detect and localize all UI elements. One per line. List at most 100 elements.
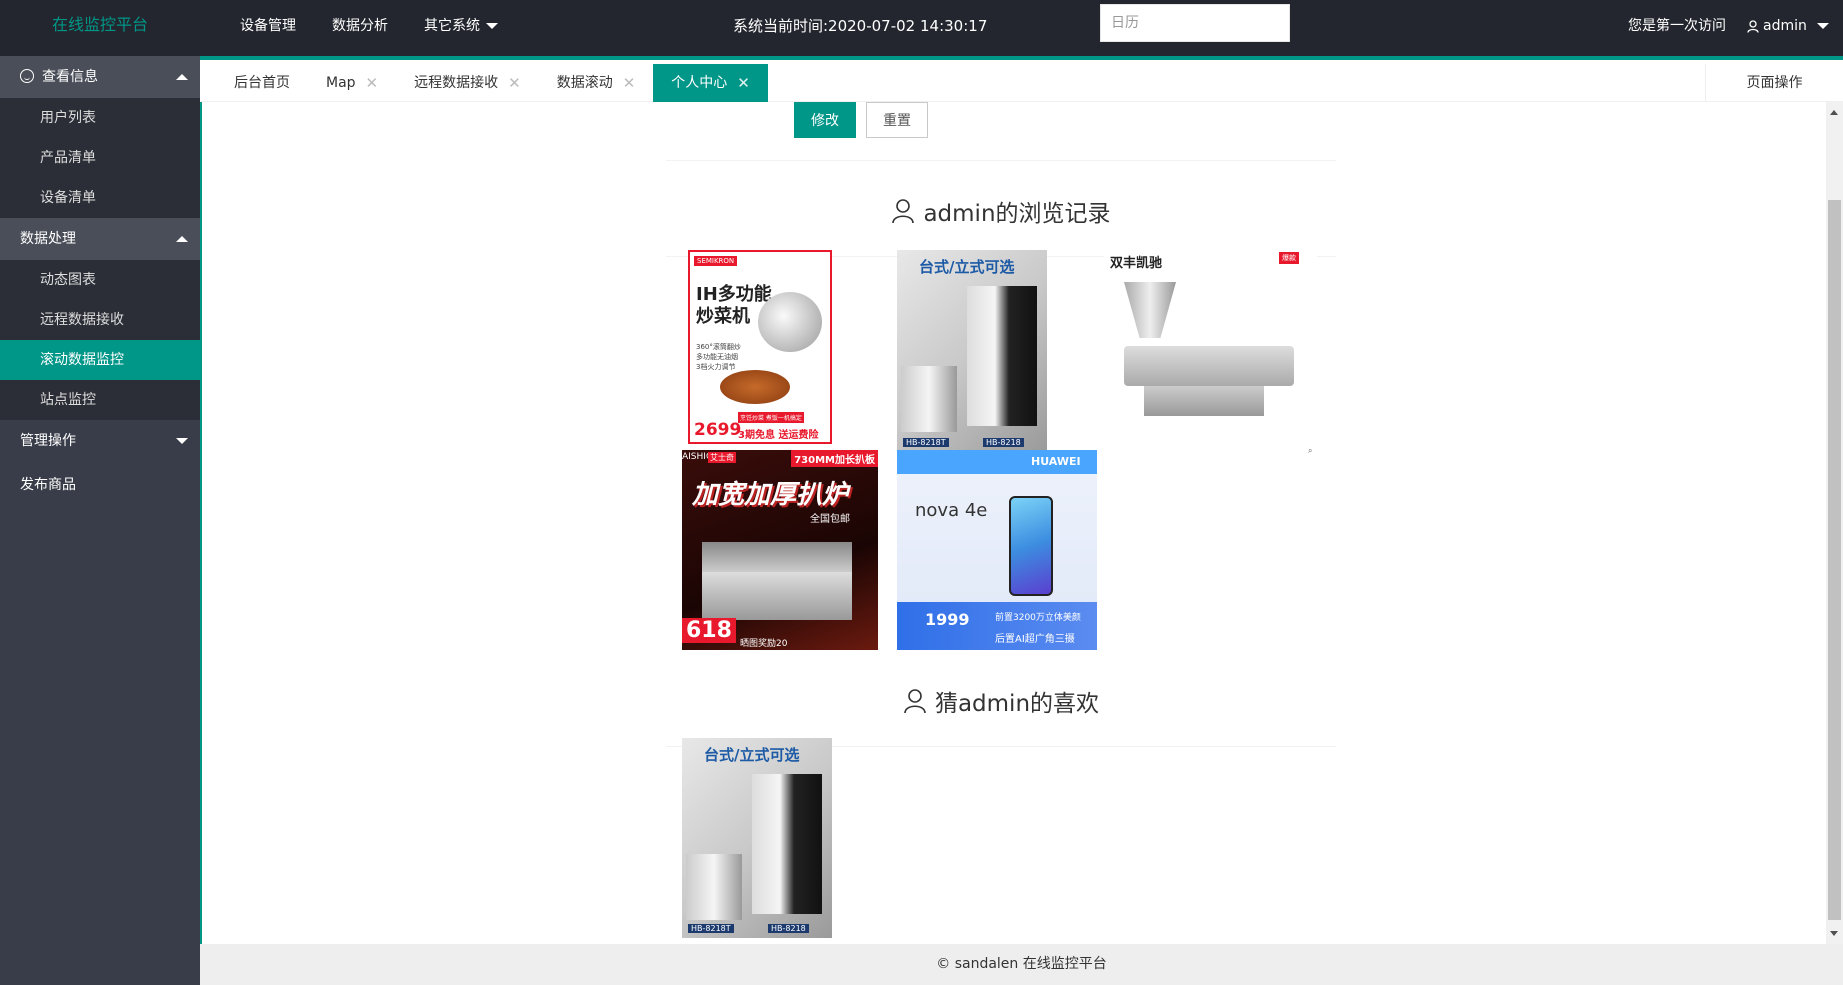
sidebar-item-product-list[interactable]: 产品清单 bbox=[0, 138, 200, 178]
scroll-up-icon[interactable] bbox=[1830, 110, 1838, 115]
sidebar-item-remote-data[interactable]: 远程数据接收 bbox=[0, 300, 200, 340]
product-price: 618 bbox=[682, 618, 736, 643]
sidebar-sublist: 动态图表 远程数据接收 滚动数据监控 站点监控 bbox=[0, 260, 200, 420]
guess-item-ice-cream-machine[interactable]: 台式/立式可选 HB-8218T HB-8218 bbox=[682, 738, 832, 938]
product-note: 晒图奖励20 bbox=[740, 639, 788, 649]
top-header: 在线监控平台 设备管理 数据分析 其它系统 系统当前时间:2020-07-02 … bbox=[0, 0, 1843, 56]
brand-logo: 艾士奇 bbox=[708, 452, 736, 463]
sidebar-group-view-info[interactable]: 查看信息 bbox=[0, 56, 200, 98]
product-price: 1999 bbox=[925, 610, 970, 629]
scrollbar-thumb[interactable] bbox=[1828, 200, 1841, 920]
sidebar: 查看信息 用户列表 产品清单 设备清单 数据处理 动态图表 远程数据接收 滚动数… bbox=[0, 56, 200, 985]
tab-label: 后台首页 bbox=[234, 75, 290, 91]
modify-button[interactable]: 修改 bbox=[794, 102, 856, 138]
chevron-down-icon bbox=[486, 23, 498, 29]
user-menu[interactable]: admin bbox=[1747, 0, 1829, 52]
history-item-cooking-machine[interactable]: SEMIKRON IH多功能 炒菜机 360°滚筒翻炒 多功能无油烟 3档火力调… bbox=[688, 250, 832, 444]
product-image bbox=[752, 774, 822, 914]
chevron-up-icon bbox=[176, 74, 188, 80]
product-model: nova 4e bbox=[915, 500, 988, 521]
food-image bbox=[720, 370, 790, 404]
history-item-ice-cream-machine[interactable]: 台式/立式可选 HB-8218T HB-8218 bbox=[897, 250, 1047, 452]
close-icon[interactable]: ✕ bbox=[366, 64, 379, 102]
sidebar-group-label: 查看信息 bbox=[42, 69, 98, 85]
phone-image bbox=[1009, 496, 1053, 596]
history-title-text: admin的浏览记录 bbox=[923, 201, 1111, 227]
user-icon bbox=[1747, 19, 1759, 33]
tab-label: 数据滚动 bbox=[556, 75, 613, 91]
tab-map[interactable]: Map ✕ bbox=[308, 64, 396, 102]
calendar-input[interactable] bbox=[1100, 4, 1290, 42]
app-logo[interactable]: 在线监控平台 bbox=[0, 0, 200, 56]
page-operations-button[interactable]: 页面操作 bbox=[1705, 64, 1843, 102]
brand-logo: HUAWEI bbox=[1031, 455, 1081, 468]
top-nav: 设备管理 数据分析 其它系统 bbox=[222, 0, 516, 56]
sidebar-group-management[interactable]: 管理操作 bbox=[0, 420, 200, 462]
divider bbox=[666, 160, 1336, 161]
tab-home[interactable]: 后台首页 bbox=[216, 64, 308, 102]
sidebar-item-user-list[interactable]: 用户列表 bbox=[0, 98, 200, 138]
history-item-filling-machine[interactable]: 双丰凯驰 爆款 ⌕ bbox=[1104, 250, 1317, 460]
product-caption: 双丰凯驰 bbox=[1110, 256, 1163, 271]
product-title: 炒菜机 bbox=[696, 306, 750, 327]
close-icon[interactable]: ✕ bbox=[508, 64, 521, 102]
nav-other-systems[interactable]: 其它系统 bbox=[406, 0, 516, 56]
zoom-icon: ⌕ bbox=[1308, 446, 1313, 455]
tab-profile[interactable]: 个人中心 ✕ bbox=[653, 64, 768, 102]
tabs: 后台首页 Map ✕ 远程数据接收 ✕ 数据滚动 ✕ 个人中心 ✕ bbox=[216, 64, 768, 102]
user-name: admin bbox=[1763, 18, 1807, 34]
guess-title-text: 猜admin的喜欢 bbox=[934, 691, 1100, 717]
chevron-down-icon bbox=[176, 438, 188, 444]
sidebar-item-publish-product[interactable]: 发布商品 bbox=[0, 462, 200, 508]
tab-remote-data[interactable]: 远程数据接收 ✕ bbox=[396, 64, 539, 102]
nav-device-management[interactable]: 设备管理 bbox=[222, 0, 314, 56]
user-icon bbox=[904, 689, 926, 714]
guess-title: 猜admin的喜欢 bbox=[666, 684, 1336, 718]
content-scrollbar[interactable] bbox=[1826, 102, 1843, 944]
product-promo: 3期免息 送运费险 bbox=[738, 430, 819, 441]
sidebar-group-label: 管理操作 bbox=[20, 433, 76, 449]
product-badge: 烹饪炒菜 煮饭一机搞定 bbox=[738, 412, 804, 423]
product-image bbox=[702, 572, 852, 620]
product-price: 2699 bbox=[694, 420, 742, 440]
product-promo: 前置3200万立体美颜 bbox=[995, 613, 1081, 623]
history-item-huawei-phone[interactable]: HUAWEI nova 4e 1999 前置3200万立体美颜 后置AI超广角三… bbox=[897, 450, 1097, 650]
form-buttons: 修改 重置 bbox=[794, 102, 928, 138]
sidebar-group-data-processing[interactable]: 数据处理 bbox=[0, 218, 200, 260]
product-feature: 3档火力调节 bbox=[696, 363, 736, 371]
tab-data-scroll[interactable]: 数据滚动 ✕ bbox=[539, 64, 654, 102]
tab-label: Map bbox=[326, 75, 356, 91]
product-image bbox=[1124, 282, 1176, 338]
model-label: HB-8218T bbox=[688, 924, 734, 933]
sidebar-item-dynamic-chart[interactable]: 动态图表 bbox=[0, 260, 200, 300]
visit-notice: 您是第一次访问 bbox=[1628, 18, 1726, 34]
smile-icon bbox=[20, 69, 34, 83]
product-caption: 台式/立式可选 bbox=[704, 746, 800, 764]
product-image bbox=[1144, 386, 1264, 416]
model-label: HB-8218 bbox=[983, 438, 1024, 447]
product-feature: 360°滚筒翻炒 bbox=[696, 343, 741, 351]
history-item-griddle[interactable]: AISHIQI 艾士奇 730MM加长扒板 加宽加厚扒炉 全国包邮 618 晒图… bbox=[682, 450, 878, 650]
scroll-down-icon[interactable] bbox=[1830, 931, 1838, 936]
nav-data-analysis[interactable]: 数据分析 bbox=[314, 0, 406, 56]
product-caption: 台式/立式可选 bbox=[919, 258, 1015, 276]
reset-button[interactable]: 重置 bbox=[866, 102, 928, 138]
product-spec: 730MM加长扒板 bbox=[791, 450, 878, 467]
sidebar-item-scroll-monitor[interactable]: 滚动数据监控 bbox=[0, 340, 200, 380]
product-image bbox=[967, 286, 1037, 426]
close-icon[interactable]: ✕ bbox=[737, 64, 750, 102]
product-promo: 后置AI超广角三摄 bbox=[995, 634, 1075, 645]
user-icon bbox=[892, 199, 915, 224]
history-title: admin的浏览记录 bbox=[666, 194, 1336, 228]
close-icon[interactable]: ✕ bbox=[623, 64, 636, 102]
sidebar-item-site-monitor[interactable]: 站点监控 bbox=[0, 380, 200, 420]
sidebar-group-label: 发布商品 bbox=[20, 477, 76, 493]
chevron-down-icon bbox=[1816, 23, 1829, 29]
product-image bbox=[1124, 346, 1294, 386]
tab-label: 远程数据接收 bbox=[414, 75, 499, 91]
product-image bbox=[901, 366, 957, 432]
product-image bbox=[758, 292, 822, 352]
system-clock: 系统当前时间:2020-07-02 14:30:17 bbox=[733, 17, 988, 35]
sidebar-sublist: 用户列表 产品清单 设备清单 bbox=[0, 98, 200, 218]
sidebar-item-device-list[interactable]: 设备清单 bbox=[0, 178, 200, 218]
